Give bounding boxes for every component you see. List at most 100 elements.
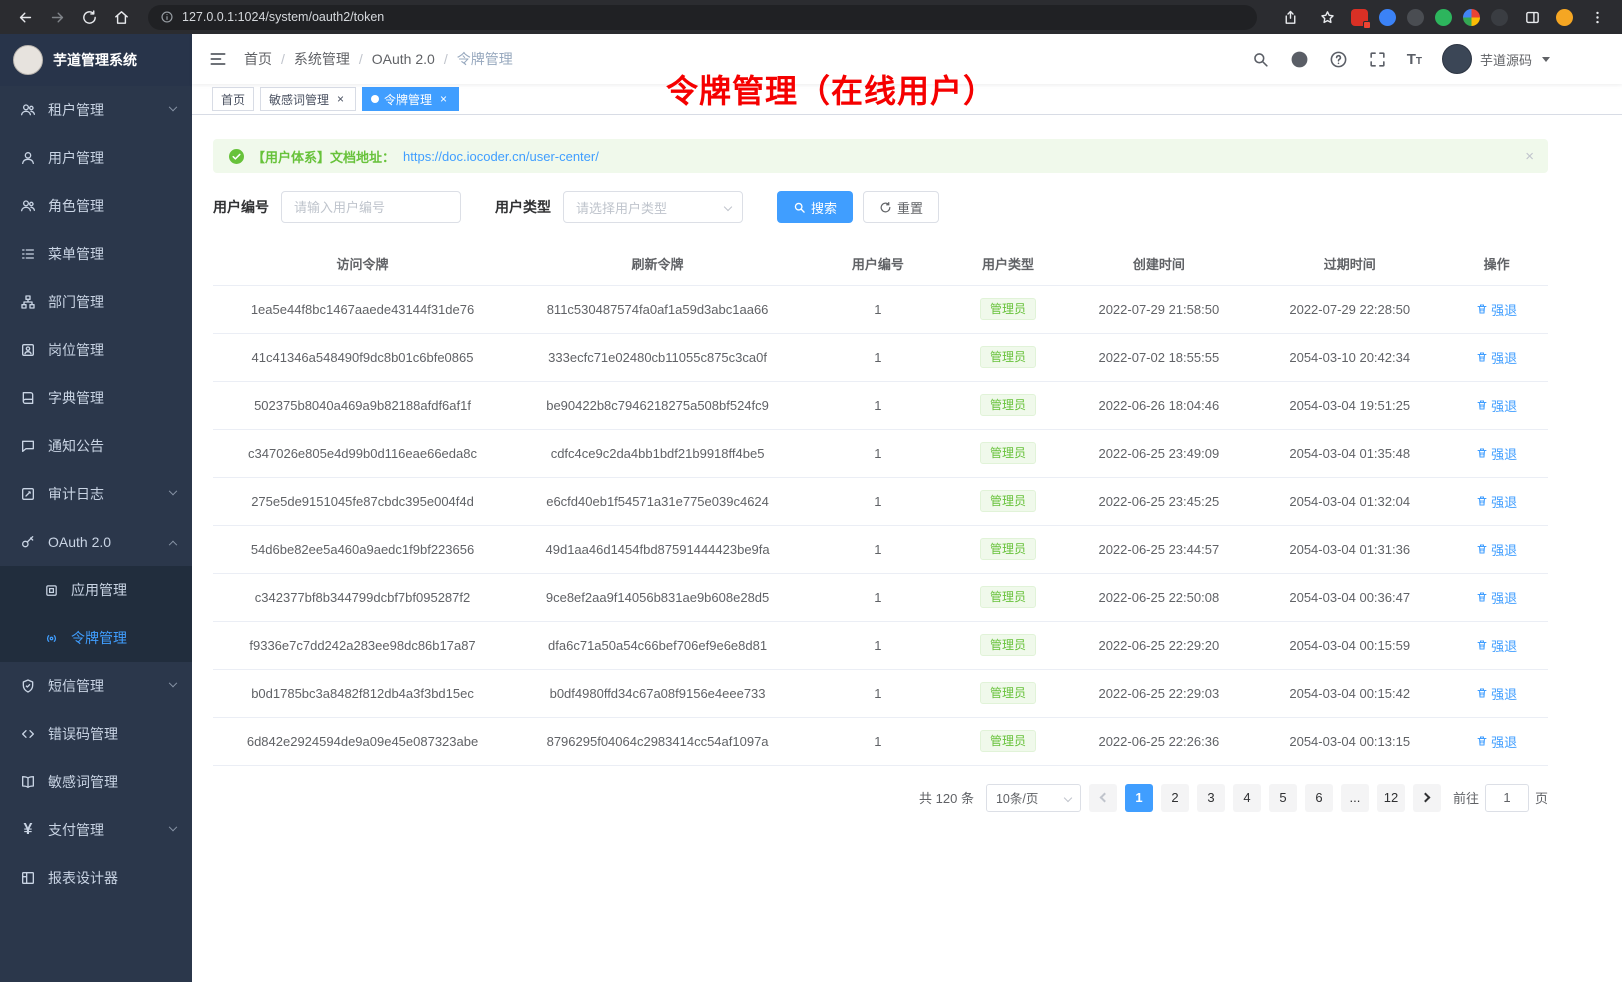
more-pages-button[interactable]: ... bbox=[1341, 784, 1369, 812]
user-id-input[interactable] bbox=[281, 191, 461, 223]
access-token-cell: b0d1785bc3a8482f812db4a3f3bd15ec bbox=[213, 669, 512, 717]
expires-at-cell: 2054-03-04 01:32:04 bbox=[1254, 477, 1445, 525]
sidebar-item-oauth2-token[interactable]: 令牌管理 bbox=[0, 614, 192, 662]
sidebar-item-tenant[interactable]: 租户管理 bbox=[0, 86, 192, 134]
created-at-cell: 2022-06-25 22:50:08 bbox=[1063, 573, 1254, 621]
sidebar-item-error-code[interactable]: 错误码管理 bbox=[0, 710, 192, 758]
page-button[interactable]: 3 bbox=[1197, 784, 1225, 812]
breadcrumb-home[interactable]: 首页 bbox=[244, 49, 272, 69]
home-icon[interactable] bbox=[108, 4, 134, 30]
close-tab-icon[interactable] bbox=[437, 93, 450, 106]
page-button[interactable]: 4 bbox=[1233, 784, 1261, 812]
user-type-select[interactable]: 请选择用户类型 bbox=[563, 191, 743, 223]
extension-icon-1[interactable] bbox=[1351, 9, 1368, 26]
sidebar-collapse-icon[interactable] bbox=[208, 49, 228, 69]
tags-view: 首页 敏感词管理 令牌管理 bbox=[192, 84, 1622, 115]
user-menu[interactable]: 芋道源码 bbox=[1442, 44, 1550, 74]
user-type-badge: 管理员 bbox=[980, 634, 1036, 656]
app-logo-row[interactable]: 芋道管理系统 bbox=[0, 34, 192, 86]
back-icon[interactable] bbox=[12, 4, 38, 30]
force-logout-button[interactable]: 强退 bbox=[1476, 492, 1517, 511]
tab-home[interactable]: 首页 bbox=[212, 87, 254, 111]
yen-icon: ¥ bbox=[20, 822, 36, 838]
breadcrumb-oauth2[interactable]: OAuth 2.0 bbox=[359, 51, 435, 67]
extension-icon-4[interactable] bbox=[1435, 9, 1452, 26]
sidebar-item-audit-log[interactable]: 审计日志 bbox=[0, 470, 192, 518]
bookmark-star-icon[interactable] bbox=[1314, 4, 1340, 30]
force-logout-button[interactable]: 强退 bbox=[1476, 540, 1517, 559]
prev-page-button[interactable] bbox=[1089, 784, 1117, 812]
page-button[interactable]: 1 bbox=[1125, 784, 1153, 812]
open-book-icon bbox=[20, 774, 36, 790]
url-text[interactable]: 127.0.0.1:1024/system/oauth2/token bbox=[182, 10, 384, 24]
tab-sensitive-words[interactable]: 敏感词管理 bbox=[260, 87, 356, 111]
extensions-puzzle-icon[interactable] bbox=[1463, 9, 1480, 26]
share-icon[interactable] bbox=[1277, 4, 1303, 30]
sidebar-item-user[interactable]: 用户管理 bbox=[0, 134, 192, 182]
sidebar-item-dictionary[interactable]: 字典管理 bbox=[0, 374, 192, 422]
fullscreen-icon[interactable] bbox=[1368, 50, 1387, 69]
force-logout-button[interactable]: 强退 bbox=[1476, 444, 1517, 463]
sidebar-item-sensitive-words[interactable]: 敏感词管理 bbox=[0, 758, 192, 806]
col-actions: 操作 bbox=[1445, 243, 1548, 285]
sms-shield-icon bbox=[20, 678, 36, 694]
font-size-icon[interactable]: TT bbox=[1407, 51, 1422, 68]
profile-avatar-icon[interactable] bbox=[1556, 9, 1573, 26]
sidebar-item-role[interactable]: 角色管理 bbox=[0, 182, 192, 230]
github-icon[interactable] bbox=[1290, 50, 1309, 69]
search-button[interactable]: 搜索 bbox=[777, 191, 853, 223]
page-button[interactable]: 5 bbox=[1269, 784, 1297, 812]
close-alert-icon[interactable] bbox=[1525, 148, 1534, 165]
sidebar-item-payment[interactable]: ¥ 支付管理 bbox=[0, 806, 192, 854]
refresh-token-cell: cdfc4ce9c2da4bb1bdf21b9918ff4be5 bbox=[512, 429, 803, 477]
sidebar-item-post[interactable]: 岗位管理 bbox=[0, 326, 192, 374]
search-icon bbox=[793, 201, 806, 214]
goto-page-input[interactable] bbox=[1485, 784, 1529, 812]
reset-button[interactable]: 重置 bbox=[863, 191, 939, 223]
force-logout-button[interactable]: 强退 bbox=[1476, 588, 1517, 607]
page-button[interactable]: 2 bbox=[1161, 784, 1189, 812]
sidebar-item-oauth2-app[interactable]: 应用管理 bbox=[0, 566, 192, 614]
tab-token-management[interactable]: 令牌管理 bbox=[362, 87, 459, 111]
browser-actions bbox=[1271, 4, 1610, 30]
force-logout-button[interactable]: 强退 bbox=[1476, 300, 1517, 319]
user-type-cell: 管理员 bbox=[953, 525, 1064, 573]
forward-icon[interactable] bbox=[44, 4, 70, 30]
search-icon[interactable] bbox=[1251, 50, 1270, 69]
page-button[interactable]: 12 bbox=[1377, 784, 1405, 812]
force-logout-button[interactable]: 强退 bbox=[1476, 348, 1517, 367]
address-bar[interactable]: 127.0.0.1:1024/system/oauth2/token bbox=[148, 5, 1257, 30]
close-tab-icon[interactable] bbox=[334, 93, 347, 106]
force-logout-button[interactable]: 强退 bbox=[1476, 684, 1517, 703]
doc-link[interactable]: https://doc.iocoder.cn/user-center/ bbox=[403, 149, 599, 164]
sidebar-item-report-designer[interactable]: 报表设计器 bbox=[0, 854, 192, 902]
breadcrumb-system[interactable]: 系统管理 bbox=[281, 49, 350, 69]
actions-cell: 强退 bbox=[1445, 333, 1548, 381]
page-button[interactable]: 6 bbox=[1305, 784, 1333, 812]
extension-icon-2[interactable] bbox=[1379, 9, 1396, 26]
site-info-icon[interactable] bbox=[160, 10, 174, 24]
force-logout-button[interactable]: 强退 bbox=[1476, 732, 1517, 751]
next-page-button[interactable] bbox=[1413, 784, 1441, 812]
extension-icon-5[interactable] bbox=[1491, 9, 1508, 26]
split-view-icon[interactable] bbox=[1519, 4, 1545, 30]
actions-cell: 强退 bbox=[1445, 669, 1548, 717]
page-size-select[interactable]: 10条/页 bbox=[986, 784, 1081, 812]
force-logout-button[interactable]: 强退 bbox=[1476, 636, 1517, 655]
sidebar-item-notice[interactable]: 通知公告 bbox=[0, 422, 192, 470]
screen: 127.0.0.1:1024/system/oauth2/token 芋道管理系… bbox=[0, 0, 1622, 982]
reload-icon[interactable] bbox=[76, 4, 102, 30]
user-type-badge: 管理员 bbox=[980, 538, 1036, 560]
actions-cell: 强退 bbox=[1445, 717, 1548, 765]
sidebar-item-sms[interactable]: 短信管理 bbox=[0, 662, 192, 710]
user-type-cell: 管理员 bbox=[953, 333, 1064, 381]
sidebar-item-oauth2[interactable]: OAuth 2.0 bbox=[0, 518, 192, 566]
user-type-cell: 管理员 bbox=[953, 621, 1064, 669]
help-icon[interactable] bbox=[1329, 50, 1348, 69]
extension-icon-3[interactable] bbox=[1407, 9, 1424, 26]
force-logout-button[interactable]: 强退 bbox=[1476, 396, 1517, 415]
sidebar-item-menu[interactable]: 菜单管理 bbox=[0, 230, 192, 278]
browser-menu-icon[interactable] bbox=[1584, 4, 1610, 30]
user-type-badge: 管理员 bbox=[980, 298, 1036, 320]
sidebar-item-department[interactable]: 部门管理 bbox=[0, 278, 192, 326]
